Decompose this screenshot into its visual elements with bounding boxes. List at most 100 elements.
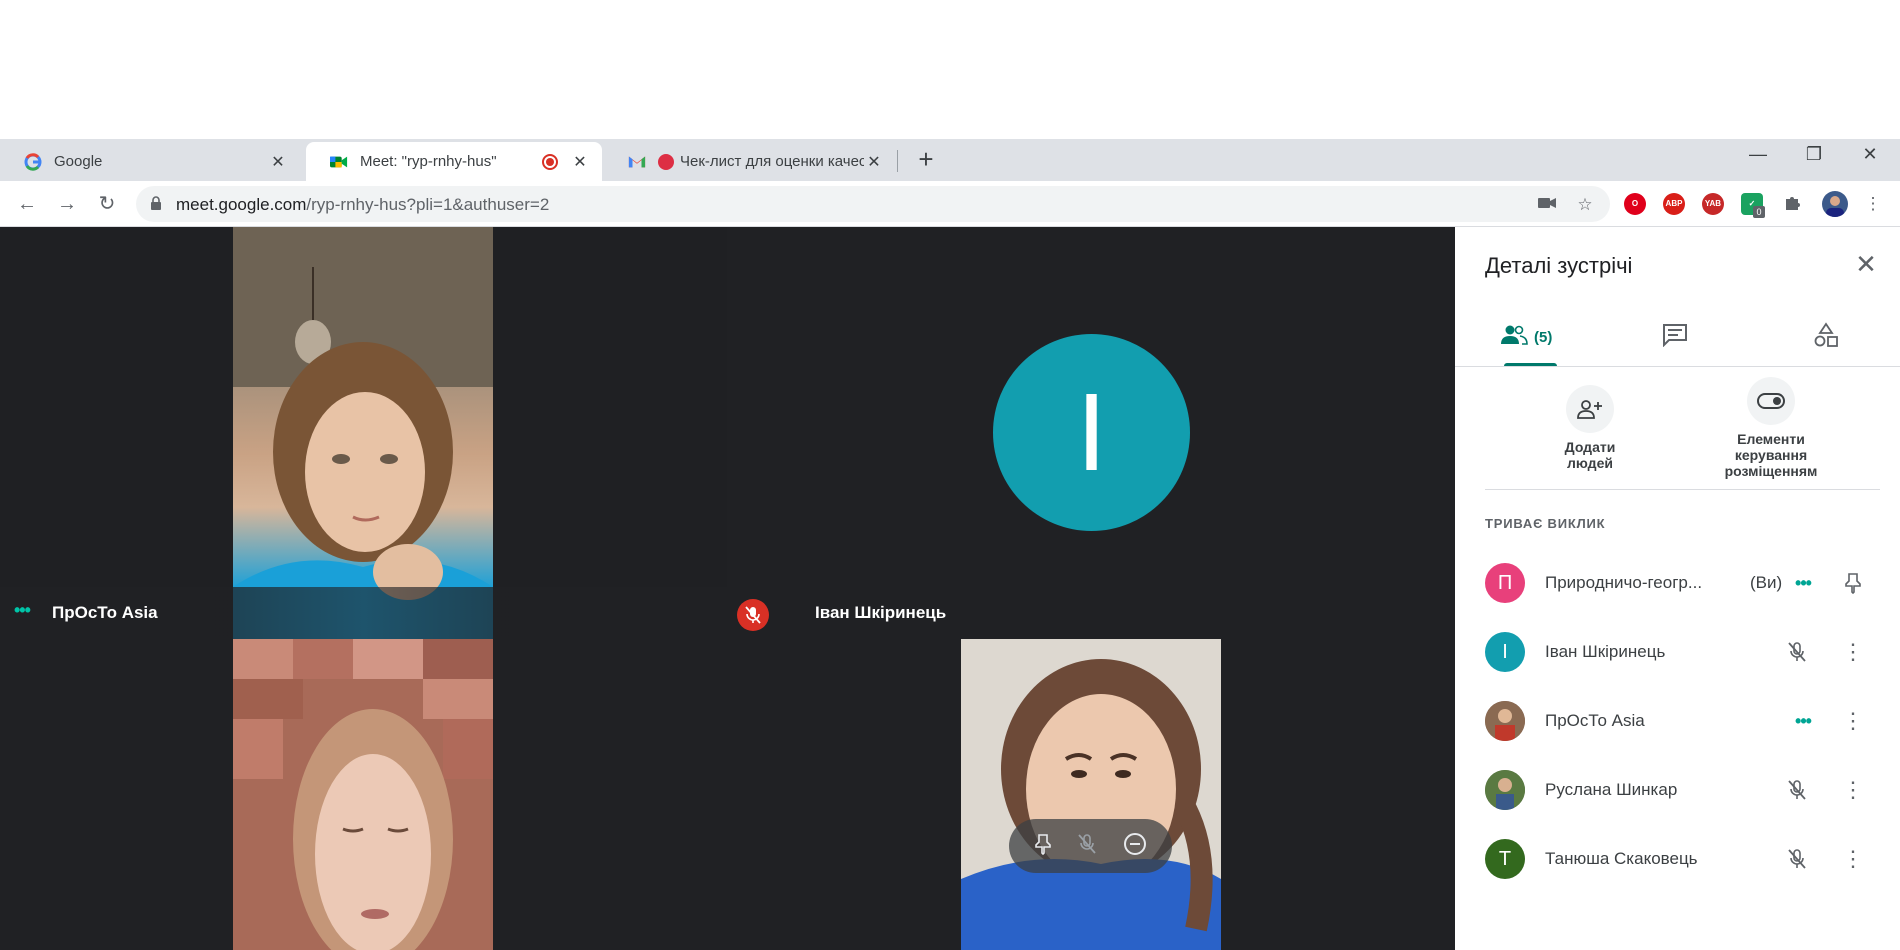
back-button[interactable]: ←: [12, 189, 42, 219]
people-count: (5): [1534, 328, 1553, 346]
tab-separator: [897, 150, 898, 172]
reload-button[interactable]: ↻: [92, 189, 122, 219]
host-controls-button[interactable]: Елементи керування розміщенням: [1711, 377, 1831, 479]
address-bar[interactable]: meet.google.com/ryp-rnhy-hus?pli=1&authu…: [136, 186, 1610, 222]
recording-icon: [542, 153, 558, 170]
close-icon[interactable]: ✕: [864, 152, 884, 172]
mic-off-icon: [1785, 640, 1809, 664]
profile-avatar[interactable]: [1822, 191, 1848, 217]
video-tile-bottom-right[interactable]: [727, 639, 1455, 950]
opera-extension-icon[interactable]: O: [1624, 193, 1646, 215]
tab-activities[interactable]: [1813, 321, 1839, 353]
participant-video: [233, 227, 493, 639]
meeting-details-panel: Деталі зустрічі ✕ (5) Додати людей Елеме…: [1455, 227, 1900, 950]
forward-button[interactable]: →: [52, 189, 82, 219]
add-people-button[interactable]: Додати людей: [1540, 385, 1640, 471]
video-tile-prosto-asia[interactable]: ••• ПрОсТо Asia: [0, 227, 727, 639]
tab-google[interactable]: Google ✕: [0, 142, 300, 181]
close-icon[interactable]: ✕: [268, 152, 288, 172]
camera-icon[interactable]: [1536, 194, 1558, 216]
bookmark-star-icon[interactable]: ☆: [1574, 194, 1596, 216]
participant-name: ПрОсТо Asia: [1545, 711, 1645, 730]
more-options-icon[interactable]: ⋮: [1841, 708, 1865, 733]
divider: [1455, 366, 1900, 367]
in-call-section-title: ТРИВАЄ ВИКЛИК: [1485, 516, 1606, 531]
more-options-icon[interactable]: ⋮: [1841, 777, 1865, 802]
tile-hover-controls: [1009, 819, 1172, 873]
restore-button[interactable]: ❐: [1789, 144, 1839, 172]
tab-meet[interactable]: Meet: "ryp-rnhy-hus" ✕: [306, 142, 602, 181]
pin-icon[interactable]: [1841, 571, 1865, 595]
participant-row[interactable]: Т Танюша Скаковець ⋮: [1485, 837, 1885, 881]
participant-name: Природничо-геогр...: [1545, 573, 1703, 592]
shapes-icon: [1813, 321, 1839, 353]
meet-video-grid: ••• ПрОсТо Asia Іван Шкіринець I: [0, 227, 1455, 950]
tab-title: Meet: "ryp-rnhy-hus": [360, 153, 497, 170]
mic-off-icon: [1785, 847, 1809, 871]
url-text: meet.google.com/ryp-rnhy-hus?pli=1&authu…: [176, 195, 549, 215]
yab-extension-icon[interactable]: YAB: [1702, 193, 1724, 215]
add-people-label: Додати людей: [1564, 439, 1616, 471]
more-options-icon[interactable]: ⋮: [1841, 639, 1865, 664]
participant-name-label: Іван Шкіринець: [815, 603, 947, 622]
extension-badge-count: 0: [1753, 206, 1765, 218]
participant-avatar: Т: [1485, 839, 1525, 879]
speaking-dots-icon: •••: [14, 600, 31, 620]
blank-top-area: [0, 0, 1900, 139]
divider: [1485, 489, 1880, 490]
participant-name: Іван Шкіринець: [1545, 642, 1666, 661]
video-tile-bottom-left[interactable]: [0, 639, 727, 950]
url-host: meet.google.com: [176, 195, 307, 214]
new-tab-button[interactable]: +: [912, 146, 940, 174]
participant-row[interactable]: Руслана Шинкар ⋮: [1485, 768, 1885, 812]
close-window-button[interactable]: ✕: [1845, 144, 1895, 172]
add-person-icon: [1566, 385, 1614, 433]
mic-off-icon: [1785, 778, 1809, 802]
participant-name: Руслана Шинкар: [1545, 780, 1678, 799]
speaking-dots-icon: •••: [1795, 572, 1812, 593]
more-options-icon[interactable]: ⋮: [1841, 846, 1865, 871]
speaking-dots-icon: •••: [1795, 710, 1812, 731]
tab-people[interactable]: (5): [1500, 322, 1552, 352]
close-icon[interactable]: ✕: [570, 152, 590, 172]
tab-gmail[interactable]: Чек-лист для оценки качест ✕: [604, 142, 896, 181]
gmail-icon: [628, 153, 646, 171]
participant-avatar: [1485, 770, 1525, 810]
participant-row[interactable]: ПрОсТо Asia ••• ⋮: [1485, 699, 1885, 743]
url-path: /ryp-rnhy-hus?pli=1&authuser=2: [306, 195, 550, 214]
panel-title: Деталі зустрічі: [1485, 253, 1633, 278]
chrome-menu-icon[interactable]: ⋮: [1862, 193, 1884, 215]
google-icon: [24, 152, 42, 171]
participant-avatar: [1485, 701, 1525, 741]
browser-toolbar: ← → ↻ meet.google.com/ryp-rnhy-hus?pli=1…: [0, 181, 1900, 227]
participant-name: Танюша Скаковець: [1545, 849, 1698, 868]
pin-icon[interactable]: [1034, 833, 1052, 860]
mute-participant-icon[interactable]: [1077, 833, 1097, 860]
participant-avatar: I: [1485, 632, 1525, 672]
puzzle-icon[interactable]: [1782, 193, 1804, 215]
participant-video: [961, 639, 1221, 950]
chat-icon: [1662, 323, 1688, 352]
participant-name-label: ПрОсТо Asia: [52, 603, 158, 622]
tab-title: Чек-лист для оценки качест: [680, 153, 864, 170]
adblock-plus-icon[interactable]: ABP: [1663, 193, 1685, 215]
people-icon: [1500, 324, 1528, 351]
browser-tab-strip: Google ✕ Meet: "ryp-rnhy-hus" ✕ Чек-лист…: [0, 139, 1900, 181]
red-circle-icon: [658, 153, 674, 170]
minimize-button[interactable]: —: [1733, 144, 1783, 172]
lock-icon: [150, 196, 162, 210]
close-panel-button[interactable]: ✕: [1851, 249, 1881, 279]
tab-chat[interactable]: [1662, 322, 1688, 352]
meet-icon: [330, 153, 348, 171]
tab-title: Google: [54, 153, 103, 170]
mic-off-icon: [737, 599, 769, 631]
participant-avatar: П: [1485, 563, 1525, 603]
remove-participant-icon[interactable]: [1123, 832, 1147, 861]
participant-row[interactable]: П Природничо-геогр... (Ви) •••: [1485, 561, 1885, 605]
host-controls-label: Елементи керування розміщенням: [1724, 431, 1818, 479]
toggle-icon: [1747, 377, 1795, 425]
you-label: (Ви): [1750, 573, 1783, 592]
participant-row[interactable]: I Іван Шкіринець ⋮: [1485, 630, 1885, 674]
participant-video: [233, 639, 493, 950]
participant-avatar-ivan: I: [993, 334, 1190, 531]
